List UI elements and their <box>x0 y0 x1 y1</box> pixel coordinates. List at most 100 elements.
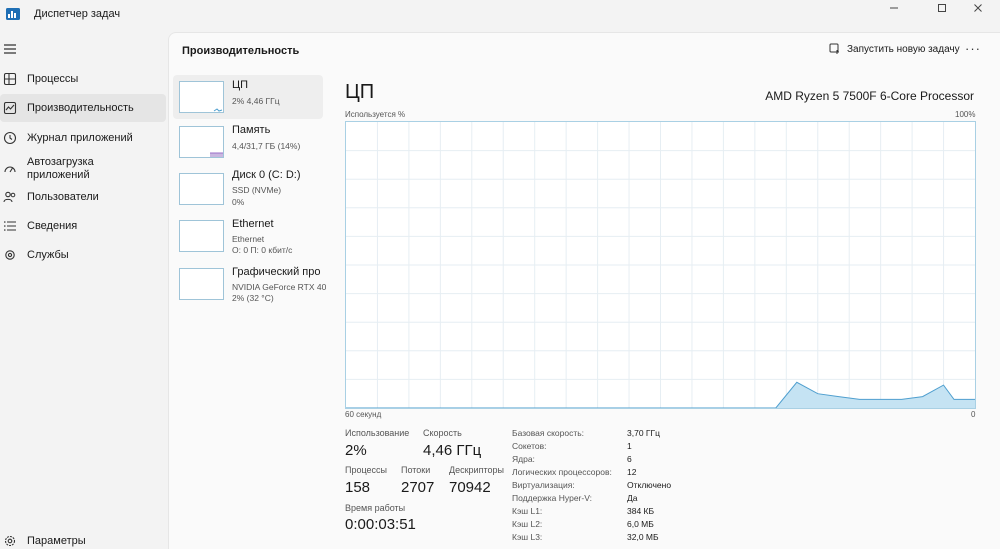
device-card-disk[interactable]: Диск 0 (C: D:) SSD (NVMe) 0% <box>173 165 323 213</box>
run-task-icon <box>829 43 839 54</box>
maximize-icon <box>938 4 946 12</box>
services-gear-icon <box>5 250 15 260</box>
device-title: Ethernet <box>232 218 274 230</box>
minimize-icon <box>890 7 898 9</box>
device-card-cpu[interactable]: ЦП 2% 4,46 ГГц <box>173 75 323 119</box>
property-label: Базовая скорость: <box>512 428 585 438</box>
device-title: Диск 0 (C: D:) <box>232 169 301 181</box>
disk-thumbnail-graph <box>179 173 224 205</box>
nav-item-users[interactable]: Пользователи <box>0 183 166 211</box>
details-list-icon <box>4 221 16 231</box>
maximize-button[interactable] <box>924 0 960 16</box>
nav-item-startup-apps[interactable]: Автозагрузка приложений <box>0 153 166 185</box>
nav-item-label: Процессы <box>27 72 79 85</box>
device-card-gpu[interactable]: Графический про NVIDIA GeForce RTX 407 2… <box>173 262 326 310</box>
graph-time-label: 60 секунд <box>345 410 382 419</box>
cpu-usage-graph <box>345 121 976 409</box>
hamburger-menu-icon[interactable] <box>3 42 17 56</box>
threads-value: 2707 <box>401 479 435 496</box>
property-label: Ядра: <box>512 454 535 464</box>
ethernet-thumbnail-graph <box>179 220 224 252</box>
nav-item-label: Журнал приложений <box>27 131 133 144</box>
device-title: Графический про <box>232 266 321 278</box>
property-value: Да <box>627 493 638 503</box>
close-button[interactable] <box>960 0 996 16</box>
processor-name: AMD Ryzen 5 7500F 6-Core Processor <box>765 89 974 103</box>
settings-gear-icon <box>4 535 16 547</box>
speed-label: Скорость <box>423 428 462 438</box>
nav-item-performance[interactable]: Производительность <box>0 94 166 122</box>
device-subtitle: 4,4/31,7 ГБ (14%) <box>232 141 301 151</box>
nav-item-app-history[interactable]: Журнал приложений <box>0 124 166 152</box>
minimize-button[interactable] <box>876 0 912 16</box>
run-new-task-button[interactable]: Запустить новую задачу <box>829 43 960 55</box>
device-card-ethernet[interactable]: Ethernet Ethernet О: 0 П: 0 кбит/с <box>173 214 323 262</box>
nav-item-services[interactable]: Службы <box>0 241 166 269</box>
property-label: Виртуализация: <box>512 480 575 490</box>
property-label: Поддержка Hyper-V: <box>512 493 592 503</box>
property-value: 3,70 ГГц <box>627 428 660 438</box>
memory-thumbnail-graph <box>179 126 224 158</box>
device-subtitle: NVIDIA GeForce RTX 407 <box>232 282 326 292</box>
performance-icon <box>3 101 17 115</box>
property-label: Сокетов: <box>512 441 547 451</box>
device-detail: 0% <box>232 197 245 207</box>
processes-label: Процессы <box>345 465 388 475</box>
device-subtitle: 2% 4,46 ГГц <box>232 96 280 106</box>
title-bar: Диспетчер задач <box>0 0 1000 32</box>
performance-panel: Производительность Запустить новую задач… <box>168 32 1000 549</box>
property-value: 12 <box>627 467 637 477</box>
nav-item-details[interactable]: Сведения <box>0 212 166 240</box>
device-subtitle: Ethernet <box>232 234 265 244</box>
usage-label: Использование <box>345 428 410 438</box>
navigation-pane: Процессы Производительность Журнал прило… <box>0 32 168 549</box>
processes-value: 158 <box>345 479 371 496</box>
cpu-thumbnail-graph <box>179 81 224 113</box>
nav-item-label: Пользователи <box>27 190 99 203</box>
device-card-memory[interactable]: Память 4,4/31,7 ГБ (14%) <box>173 120 323 164</box>
startup-gauge-icon <box>4 166 16 173</box>
device-subtitle: SSD (NVMe) <box>232 185 282 195</box>
users-icon <box>3 191 16 203</box>
graph-usage-label: Используется % <box>345 110 406 119</box>
page-title: Производительность <box>182 45 300 57</box>
threads-label: Потоки <box>401 465 431 475</box>
nav-item-label: Службы <box>27 248 69 261</box>
device-detail: 2% (32 °C) <box>232 293 274 303</box>
nav-item-settings[interactable]: Параметры <box>0 529 166 549</box>
more-options-button[interactable]: ··· <box>965 41 981 56</box>
graph-max-label: 100% <box>955 110 976 119</box>
device-title: Память <box>232 124 271 136</box>
usage-value: 2% <box>345 442 367 459</box>
property-label: Кэш L2: <box>512 519 543 529</box>
handles-value: 70942 <box>449 479 491 496</box>
property-label: Логических процессоров: <box>512 467 612 477</box>
device-detail: О: 0 П: 0 кбит/с <box>232 245 293 255</box>
nav-item-label: Сведения <box>27 219 78 232</box>
history-clock-icon <box>3 131 17 145</box>
uptime-label: Время работы <box>345 503 406 513</box>
window-title: Диспетчер задач <box>34 8 121 20</box>
cpu-detail-title: ЦП <box>345 81 375 103</box>
graph-min-label: 0 <box>971 410 976 419</box>
run-task-label: Запустить новую задачу <box>847 43 960 55</box>
device-title: ЦП <box>232 79 249 91</box>
property-value: 6 <box>627 454 632 464</box>
property-value: 384 КБ <box>627 506 655 516</box>
property-value: Отключено <box>627 480 672 490</box>
nav-item-processes[interactable]: Процессы <box>0 65 166 93</box>
speed-value: 4,46 ГГц <box>423 442 482 459</box>
property-value: 1 <box>627 441 632 451</box>
handles-label: Дескрипторы <box>449 465 504 475</box>
property-label: Кэш L1: <box>512 506 543 516</box>
property-value: 32,0 МБ <box>627 532 659 542</box>
cpu-usage-chart <box>346 122 975 409</box>
gpu-thumbnail-graph <box>179 268 224 300</box>
nav-item-label: Производительность <box>27 101 134 114</box>
property-value: 6,0 МБ <box>627 519 654 529</box>
task-manager-app-icon <box>6 8 20 20</box>
nav-item-label: Автозагрузка приложений <box>27 156 94 181</box>
uptime-value: 0:00:03:51 <box>345 516 416 533</box>
processes-grid-icon <box>3 72 17 86</box>
property-label: Кэш L3: <box>512 532 543 542</box>
